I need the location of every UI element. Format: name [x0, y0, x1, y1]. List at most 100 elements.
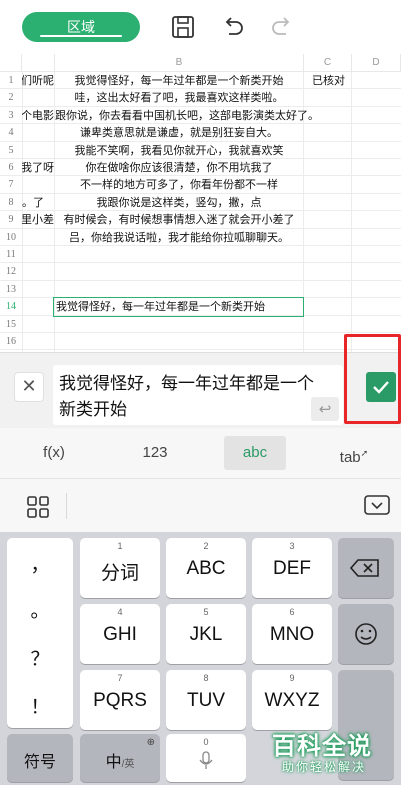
cell-b[interactable] — [55, 263, 303, 279]
cell-a[interactable] — [22, 281, 54, 297]
cell-a[interactable] — [22, 176, 54, 192]
cell-b[interactable] — [55, 281, 303, 297]
cell-a[interactable] — [22, 333, 54, 349]
key-1[interactable]: 1 分词 — [80, 538, 160, 598]
cell-b[interactable] — [55, 333, 303, 349]
cell-c[interactable] — [304, 229, 352, 245]
cell-c[interactable] — [304, 89, 352, 105]
cell-a[interactable]: 不知道哪里小差 — [22, 211, 54, 227]
cell-edit-input[interactable]: 我觉得怪好，每一年过年都是一个新类开始 ↩ — [53, 365, 343, 425]
key-5[interactable]: 5 JKL — [166, 604, 246, 664]
key-6[interactable]: 6 MNO — [252, 604, 332, 664]
newline-button[interactable]: ↩ — [311, 397, 339, 421]
column-header-b[interactable]: B — [55, 54, 304, 72]
row-number[interactable]: 1 — [0, 72, 22, 88]
cell-b[interactable]: 我觉得怪好，每一年过年都是一个新类开始 — [55, 72, 303, 88]
cell-b[interactable] — [55, 246, 303, 262]
space-button[interactable]: 0 — [166, 734, 246, 782]
cell-c[interactable] — [304, 281, 352, 297]
undo-icon[interactable] — [219, 13, 247, 41]
column-header-a[interactable] — [22, 54, 55, 72]
table-row: 11 — [0, 246, 401, 264]
hide-keyboard-icon[interactable] — [362, 493, 392, 519]
key-3[interactable]: 3 DEF — [252, 538, 332, 598]
key-label: DEF — [273, 558, 311, 579]
cell-c[interactable] — [304, 211, 352, 227]
row-number[interactable]: 16 — [0, 333, 22, 349]
punctuation-column[interactable]: ， 。 ？ ！ — [7, 538, 73, 728]
cell-b[interactable]: 跟你说，你去看看中国机长吧，这部电影演类太好了。 — [55, 107, 319, 123]
cell-a[interactable] — [22, 142, 54, 158]
cell-b[interactable]: 吕，你给我说话啦，我才能给你拉呱聊聊天。 — [55, 229, 303, 245]
mode-tab-tab[interactable]: tab➚ — [326, 436, 382, 470]
cell-c[interactable] — [304, 159, 352, 175]
save-icon[interactable] — [169, 13, 197, 41]
redo-icon[interactable] — [268, 13, 296, 41]
punct-comma-key[interactable]: ， — [7, 550, 73, 577]
symbol-button[interactable]: 符号 — [7, 734, 73, 782]
cell-c[interactable] — [304, 107, 352, 123]
row-number[interactable]: 5 — [0, 142, 22, 158]
cell-c[interactable]: 已核对 — [304, 72, 352, 88]
cell-a[interactable]: 的给你们听呢。 — [22, 72, 54, 88]
selected-cell[interactable]: 我觉得怪好，每一年过年都是一个新类开始 — [53, 296, 304, 317]
region-button[interactable]: 区域 — [22, 12, 140, 42]
column-header-d[interactable]: D — [352, 54, 401, 72]
cell-a[interactable]: 你可吓死我了呀 — [22, 159, 54, 175]
row-number[interactable]: 6 — [0, 159, 22, 175]
grid-menu-icon[interactable] — [24, 493, 52, 521]
cell-c[interactable] — [304, 316, 352, 332]
cell-b[interactable] — [55, 316, 303, 332]
cell-b[interactable]: 有时候会，有时候想事情想入迷了就会开小差了 — [55, 211, 303, 227]
emoji-button[interactable] — [338, 604, 394, 664]
cell-b[interactable]: 你在做啥你应该很清楚，你不用坑我了 — [55, 159, 303, 175]
mode-tab-abc[interactable]: abc — [224, 436, 286, 470]
key-8[interactable]: 8 TUV — [166, 670, 246, 730]
row-number[interactable]: 11 — [0, 246, 22, 262]
key-number: 9 — [289, 673, 295, 683]
punct-question-key[interactable]: ？ — [7, 644, 73, 671]
row-number[interactable]: 8 — [0, 194, 22, 210]
cell-a[interactable] — [22, 124, 54, 140]
cell-a[interactable]: 看过个电影。 — [22, 107, 54, 123]
mode-tab-123[interactable]: 123 — [126, 436, 184, 470]
cell-a[interactable] — [22, 229, 54, 245]
row-number[interactable]: 14 — [0, 298, 22, 314]
row-number[interactable]: 15 — [0, 316, 22, 332]
cell-b[interactable]: 谦卑类意思就是谦虚，就是别狂妄自大。 — [55, 124, 303, 140]
cell-a[interactable] — [22, 263, 54, 279]
cell-b[interactable]: 我跟你说是这样类，竖勾，撇，点 — [55, 194, 303, 210]
row-number[interactable]: 2 — [0, 89, 22, 105]
cell-b[interactable]: 我能不笑啊，我看见你就开心，我就喜欢笑 — [55, 142, 303, 158]
punct-exclaim-key[interactable]: ！ — [7, 692, 73, 719]
cell-c[interactable] — [304, 246, 352, 262]
row-number[interactable]: 9 — [0, 211, 22, 227]
row-number[interactable]: 10 — [0, 229, 22, 245]
cell-c[interactable] — [304, 263, 352, 279]
close-editor-button[interactable]: ✕ — [14, 372, 44, 402]
cell-c[interactable] — [304, 194, 352, 210]
row-number[interactable]: 12 — [0, 263, 22, 279]
row-number[interactable]: 7 — [0, 176, 22, 192]
cell-a[interactable]: 了。 — [22, 194, 54, 210]
cell-c[interactable] — [304, 142, 352, 158]
language-switch-button[interactable]: 中/英 ⊕ — [80, 734, 160, 782]
punct-period-key[interactable]: 。 — [7, 596, 73, 623]
key-4[interactable]: 4 GHI — [80, 604, 160, 664]
row-number[interactable]: 4 — [0, 124, 22, 140]
cell-b[interactable]: 哇，这出太好看了吧，我最喜欢这样类啦。 — [55, 89, 303, 105]
cell-c[interactable] — [304, 124, 352, 140]
cell-c[interactable] — [304, 176, 352, 192]
row-number[interactable]: 3 — [0, 107, 22, 123]
cell-b[interactable]: 不一样的地方可多了，你看年份都不一样 — [55, 176, 303, 192]
key-7[interactable]: 7 PQRS — [80, 670, 160, 730]
column-header-c[interactable]: C — [304, 54, 352, 72]
cell-a[interactable] — [22, 246, 54, 262]
key-9[interactable]: 9 WXYZ — [252, 670, 332, 730]
cell-a[interactable] — [22, 316, 54, 332]
mode-tab-fx[interactable]: f(x) — [26, 436, 82, 470]
cell-a[interactable] — [22, 89, 54, 105]
backspace-button[interactable] — [338, 538, 394, 598]
row-number[interactable]: 13 — [0, 281, 22, 297]
key-2[interactable]: 2 ABC — [166, 538, 246, 598]
